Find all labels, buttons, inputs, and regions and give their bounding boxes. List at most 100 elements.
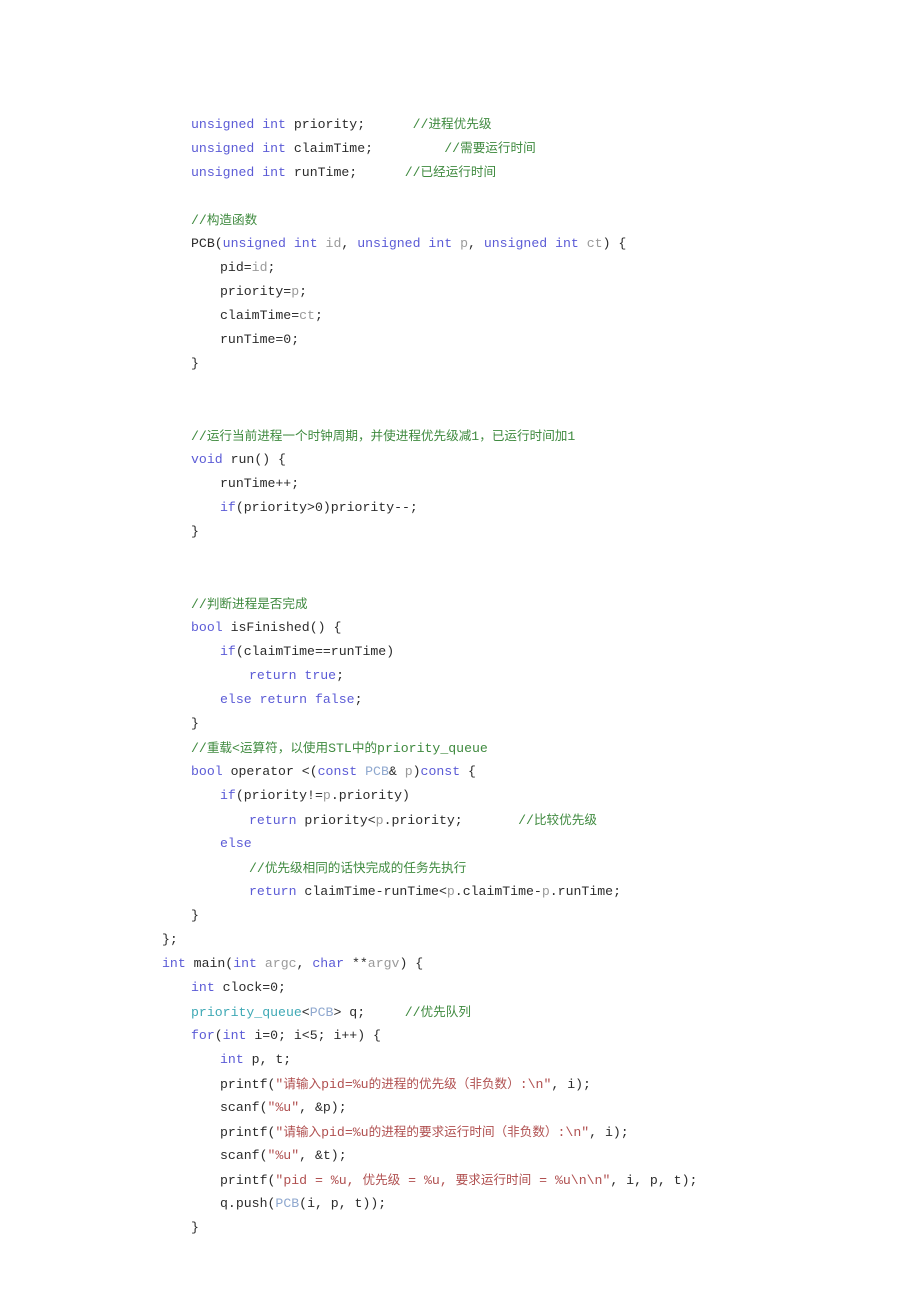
code-token: .priority; [383, 813, 463, 828]
code-line: priority_queue<PCB> q; //优先队列 [162, 1000, 862, 1024]
code-token: ) { [602, 236, 627, 251]
code-token: id [251, 260, 268, 275]
code-token: :\n" [519, 1077, 552, 1092]
code-line: return true; [162, 664, 862, 688]
code-token: & [388, 764, 405, 779]
code-token: return [249, 668, 305, 683]
code-token: unsigned int [191, 165, 294, 180]
code-line: pid=id; [162, 256, 862, 280]
code-token: :\n" [557, 1125, 590, 1140]
code-token: int [222, 1028, 255, 1043]
code-token: "%u" [267, 1100, 300, 1115]
code-token: 请输入 [283, 1124, 322, 1139]
code-token: "%u" [267, 1148, 300, 1163]
code-token: priority= [220, 284, 292, 299]
code-line: PCB(unsigned int id, unsigned int p, uns… [162, 232, 862, 256]
code-token: }; [162, 932, 178, 947]
code-token: unsigned int [222, 236, 326, 251]
code-token: ) [412, 764, 421, 779]
code-token: 进程优先级 [428, 116, 492, 131]
code-token: 的进程的优先级（非负数） [368, 1076, 520, 1091]
code-line: return priority<p.priority; //比较优先级 [162, 808, 862, 832]
code-line: } [162, 1216, 862, 1240]
code-token: .runTime; [549, 884, 621, 899]
code-token: for [191, 1028, 215, 1043]
code-line: unsigned int runTime; //已经运行时间 [162, 160, 862, 184]
code-line: scanf("%u", &p); [162, 1096, 862, 1120]
code-token: pid=%u [321, 1077, 369, 1092]
code-token: runTime; [293, 165, 358, 180]
code-token: unsigned int [483, 236, 587, 251]
code-token: true [304, 668, 337, 683]
code-token: , &p); [299, 1100, 347, 1115]
code-token: ; [336, 668, 344, 683]
code-line: printf("请输入pid=%u的进程的要求运行时间（非负数）:\n", i)… [162, 1120, 862, 1144]
code-token: return [249, 884, 305, 899]
code-token: "pid = %u, [275, 1173, 363, 1188]
code-line: priority=p; [162, 280, 862, 304]
code-token: } [191, 716, 199, 731]
code-token: // [404, 1005, 421, 1020]
code-line: void run() { [162, 448, 862, 472]
code-token: bool [191, 620, 231, 635]
code-token: unsigned int [357, 236, 461, 251]
code-token: 中的 [351, 740, 378, 755]
code-token: // [518, 813, 534, 828]
code-token: unsigned int [191, 141, 294, 156]
code-line: printf("pid = %u, 优先级 = %u, 要求运行时间 = %u\… [162, 1168, 862, 1192]
code-token: p, t; [251, 1052, 292, 1067]
code-token: bool [191, 764, 231, 779]
code-token: unsigned int [191, 117, 294, 132]
code-token: main( [193, 956, 234, 971]
code-token: < [232, 741, 240, 756]
code-token: = %u\n\n" [531, 1173, 611, 1188]
code-token: run() { [230, 452, 286, 467]
code-token: printf( [220, 1173, 276, 1188]
code-token: ct [299, 308, 315, 323]
code-line: } [162, 352, 862, 376]
code-token: ** [351, 956, 368, 971]
code-token: runTime++; [220, 476, 300, 491]
code-token: void [191, 452, 231, 467]
code-token: ; [354, 692, 363, 707]
code-token: ( [214, 1028, 223, 1043]
code-token: int [162, 956, 194, 971]
code-line: if(claimTime==runTime) [162, 640, 862, 664]
code-token: if [220, 500, 236, 515]
code-token: priority_queue [191, 1005, 302, 1020]
code-token: p [541, 884, 550, 899]
code-token: } [191, 356, 199, 371]
code-line: bool isFinished() { [162, 616, 862, 640]
code-line: printf("请输入pid=%u的进程的优先级（非负数）:\n", i); [162, 1072, 862, 1096]
code-token: 比较优先级 [533, 812, 597, 827]
code-token: STL [328, 741, 352, 756]
code-token: 重载 [206, 740, 233, 755]
code-line: } [162, 712, 862, 736]
code-token: (priority>0)priority--; [235, 500, 418, 515]
code-token: (i, p, t)); [299, 1196, 387, 1211]
code-token: 已经运行时间 [420, 164, 497, 179]
code-token: int [191, 980, 223, 995]
code-token: // [191, 429, 207, 444]
code-token: .claimTime- [454, 884, 542, 899]
code-token: p [404, 764, 413, 779]
code-token: pid=%u [321, 1125, 369, 1140]
code-token: priority_queue [377, 741, 488, 756]
code-token: { [460, 764, 476, 779]
code-line: } [162, 904, 862, 928]
code-line: //判断进程是否完成 [162, 592, 862, 616]
code-token: argc [264, 956, 297, 971]
code-token: // [412, 117, 429, 132]
code-token: false [314, 692, 355, 707]
code-token: , [341, 236, 358, 251]
code-token: const [420, 764, 461, 779]
code-token: < [301, 1005, 310, 1020]
code-token: p [291, 284, 300, 299]
code-token: scanf( [220, 1100, 268, 1115]
code-token: if [220, 788, 236, 803]
code-token: claimTime; [293, 141, 374, 156]
code-token: i=0; i<5; i++) { [254, 1028, 381, 1043]
